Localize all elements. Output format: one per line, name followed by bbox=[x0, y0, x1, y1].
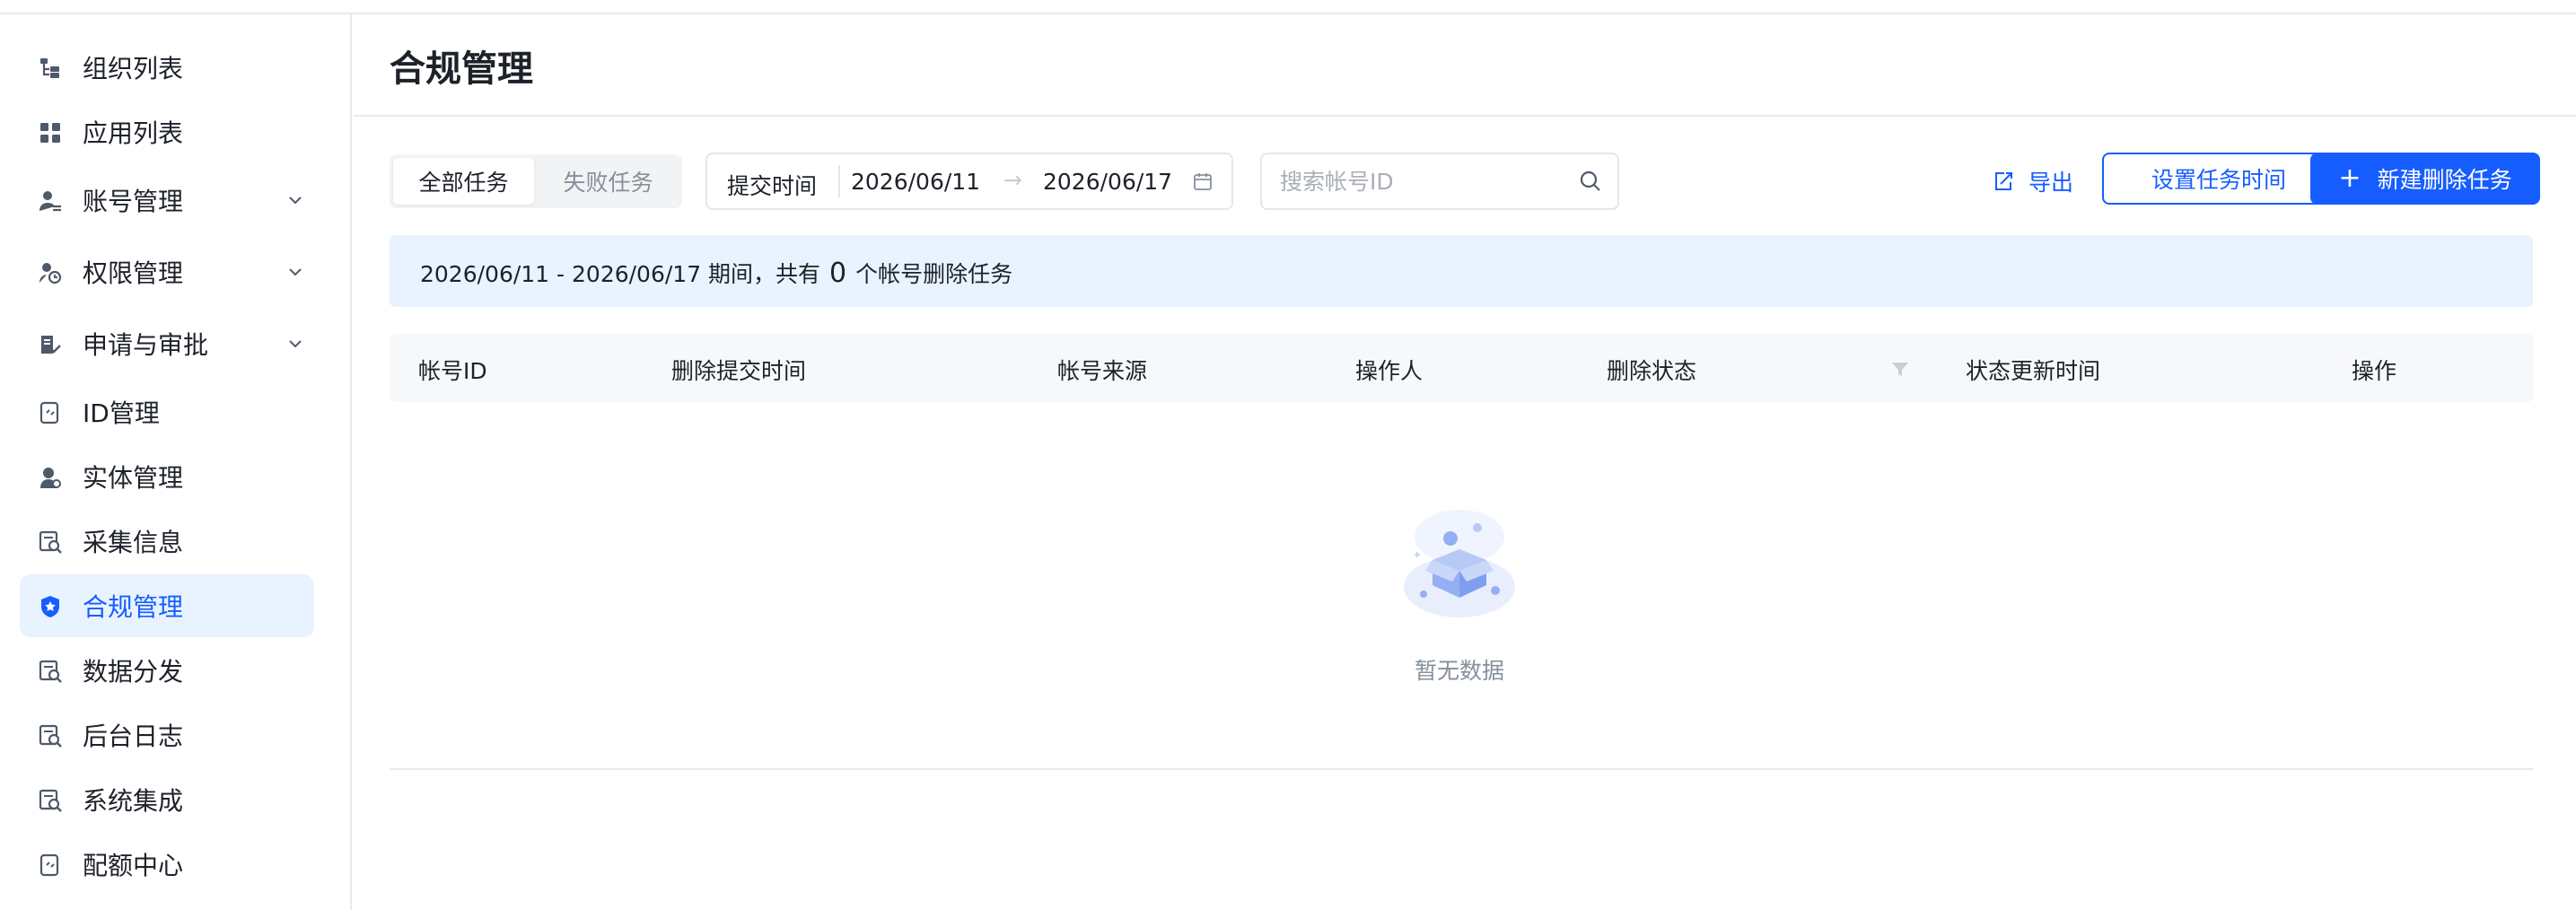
summary-banner: 2026/06/11 - 2026/06/17 期间，共有 0 个帐号删除任务 bbox=[390, 235, 2533, 307]
quota-icon bbox=[39, 853, 59, 877]
sidebar-item-label: 数据分发 bbox=[83, 657, 184, 687]
sidebar-item-label: 系统集成 bbox=[83, 786, 184, 816]
export-button[interactable]: 导出 bbox=[1993, 163, 2073, 199]
entity-icon bbox=[40, 468, 61, 488]
summary-prefix: 2026/06/11 - 2026/06/17 期间，共有 bbox=[420, 261, 821, 287]
sidebar-item-label: ID管理 bbox=[83, 398, 160, 428]
org-tree-icon bbox=[40, 58, 59, 78]
sidebar-item-label: 实体管理 bbox=[83, 463, 184, 493]
chevron-down-icon bbox=[289, 268, 302, 276]
column-header-actions: 操作 bbox=[2352, 358, 2397, 384]
sidebar-item-label: 采集信息 bbox=[83, 528, 184, 557]
table-bottom-divider bbox=[390, 768, 2533, 770]
date-end[interactable]: 2026/06/17 bbox=[1043, 169, 1172, 195]
approval-icon bbox=[41, 336, 61, 354]
sidebar-item-collect[interactable]: 采集信息 bbox=[20, 510, 314, 573]
summary-text: 2026/06/11 - 2026/06/17 期间，共有 0 个帐号删除任务 bbox=[420, 257, 1012, 289]
new-delete-task-button[interactable]: + 新建删除任务 bbox=[2310, 153, 2540, 205]
export-label: 导出 bbox=[2028, 170, 2074, 196]
main-content: 合规管理 全部任务 失败任务 提交时间 2026/06/11 → 2026/06… bbox=[354, 14, 2576, 910]
app-grid-icon bbox=[40, 123, 60, 143]
export-icon bbox=[1995, 172, 2012, 190]
sidebar-item-compliance[interactable]: 合规管理 bbox=[20, 574, 314, 637]
date-range-picker[interactable]: 提交时间 2026/06/11 → 2026/06/17 bbox=[705, 153, 1233, 210]
sidebar-item-permission[interactable]: 权限管理 bbox=[20, 241, 314, 303]
integration-icon bbox=[39, 789, 62, 812]
page-header: 合规管理 bbox=[354, 14, 2576, 117]
page-title: 合规管理 bbox=[390, 48, 533, 90]
search-box bbox=[1260, 153, 1619, 210]
sidebar-item-integration[interactable]: 系统集成 bbox=[20, 768, 314, 831]
empty-box-icon bbox=[1404, 510, 1515, 617]
column-header-submit-time: 删除提交时间 bbox=[671, 358, 807, 384]
search-icon[interactable] bbox=[1578, 169, 1603, 194]
calendar-icon[interactable] bbox=[1192, 171, 1214, 192]
new-delete-task-label: 新建删除任务 bbox=[2377, 167, 2512, 193]
date-start[interactable]: 2026/06/11 bbox=[851, 169, 980, 195]
chevron-down-icon bbox=[289, 197, 302, 205]
search-input[interactable] bbox=[1280, 163, 1567, 199]
sidebar-item-label: 权限管理 bbox=[83, 258, 184, 288]
sidebar-item-label: 申请与审批 bbox=[83, 330, 209, 360]
sidebar-item-label: 组织列表 bbox=[83, 54, 184, 83]
empty-state-text: 暂无数据 bbox=[1414, 658, 1504, 684]
top-border bbox=[0, 0, 2576, 14]
chevron-down-icon bbox=[289, 340, 302, 348]
summary-suffix: 个帐号删除任务 bbox=[855, 261, 1013, 287]
sidebar-item-quota[interactable]: 配额中心 bbox=[20, 833, 314, 896]
permission-icon bbox=[39, 263, 62, 284]
tab-all-tasks[interactable]: 全部任务 bbox=[393, 158, 534, 205]
summary-count: 0 bbox=[829, 258, 847, 289]
column-header-account-id: 帐号ID bbox=[418, 358, 487, 384]
collect-icon bbox=[39, 530, 62, 554]
set-task-time-button[interactable]: 设置任务时间 bbox=[2102, 153, 2335, 205]
task-filter-tabs: 全部任务 失败任务 bbox=[390, 154, 682, 208]
sidebar-item-label: 应用列表 bbox=[83, 118, 184, 148]
user-manage-icon bbox=[39, 191, 61, 212]
sidebar-item-label: 配额中心 bbox=[83, 851, 184, 880]
sidebar-item-entity[interactable]: 实体管理 bbox=[20, 445, 314, 508]
tab-failed-tasks[interactable]: 失败任务 bbox=[538, 158, 679, 205]
log-icon bbox=[39, 724, 62, 748]
sidebar-item-label: 合规管理 bbox=[83, 592, 184, 622]
sidebar-item-label: 账号管理 bbox=[83, 187, 184, 216]
table-header: 帐号ID 删除提交时间 帐号来源 操作人 删除状态 状态更新时间 操作 bbox=[390, 334, 2533, 402]
column-header-operator: 操作人 bbox=[1355, 358, 1424, 384]
id-manage-icon bbox=[39, 401, 59, 424]
sidebar-item-distribute[interactable]: 数据分发 bbox=[20, 639, 314, 702]
date-range-divider bbox=[838, 165, 840, 197]
column-header-delete-status: 删除状态 bbox=[1607, 358, 1697, 384]
shield-icon bbox=[41, 596, 59, 617]
date-range-label: 提交时间 bbox=[727, 173, 818, 199]
arrow-right-icon: → bbox=[1003, 167, 1022, 193]
sidebar-item-approval[interactable]: 申请与审批 bbox=[20, 312, 314, 375]
distribute-icon bbox=[39, 660, 62, 683]
plus-icon: + bbox=[2338, 162, 2361, 194]
sidebar-item-app-list[interactable]: 应用列表 bbox=[20, 101, 314, 163]
column-header-update-time: 状态更新时间 bbox=[1966, 358, 2101, 384]
sidebar-item-label: 后台日志 bbox=[83, 722, 184, 751]
sidebar-item-id-manage[interactable]: ID管理 bbox=[20, 381, 314, 443]
sidebar-item-account[interactable]: 账号管理 bbox=[20, 169, 314, 232]
filter-icon[interactable] bbox=[1890, 359, 1910, 379]
sidebar-item-log[interactable]: 后台日志 bbox=[20, 704, 314, 766]
column-header-account-source: 帐号来源 bbox=[1057, 358, 1148, 384]
sidebar: 组织列表 应用列表 账号管理 权限管理 申请与审批 ID管理 实体管理 采集信息… bbox=[0, 14, 352, 910]
sidebar-item-org-list[interactable]: 组织列表 bbox=[20, 36, 314, 99]
